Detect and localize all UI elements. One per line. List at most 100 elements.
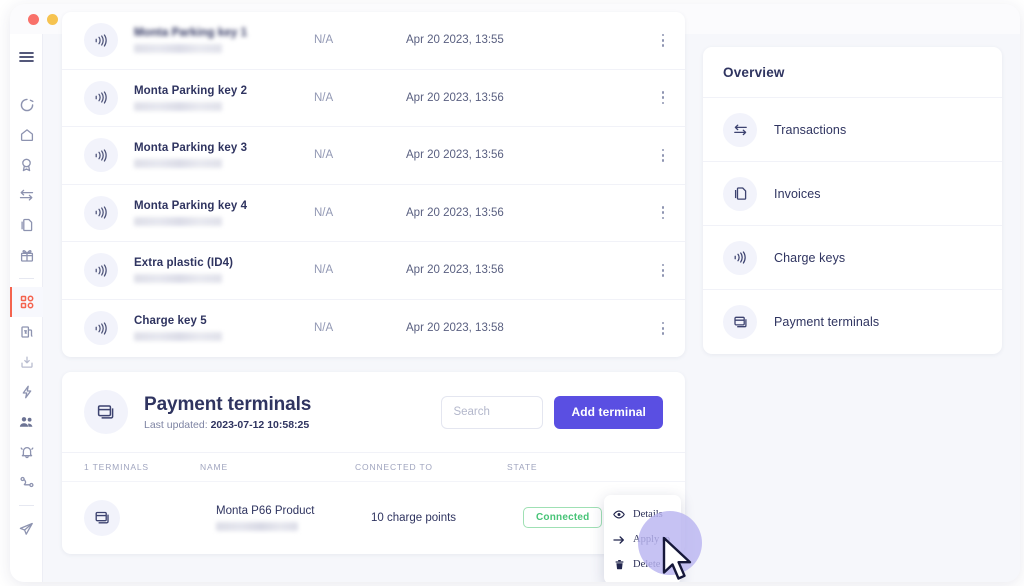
- charge-key-date: Apr 20 2023, 13:56: [406, 206, 504, 219]
- paper-plane-icon: [19, 522, 34, 536]
- row-actions-button[interactable]: [641, 33, 685, 47]
- sidebar-item-inbox[interactable]: [10, 347, 43, 377]
- table-row[interactable]: Extra plastic (ID4) N/A Apr 20 2023, 13:…: [62, 242, 685, 300]
- page-canvas: Monta Parking key 1 N/A Apr 20 2023, 13:…: [10, 12, 1020, 582]
- search-input[interactable]: [441, 395, 544, 429]
- overview-item-transactions[interactable]: Transactions: [703, 98, 1002, 162]
- sidebar-item-gifts[interactable]: [10, 240, 43, 270]
- charge-key-id-redacted: [134, 274, 222, 284]
- table-row[interactable]: Monta Parking key 1 N/A Apr 20 2023, 13:…: [62, 12, 685, 70]
- charge-key-identity: Extra plastic (ID4): [134, 257, 314, 284]
- sidebar-item-awards[interactable]: [10, 150, 43, 180]
- terminal-connected-to: 10 charge points: [371, 511, 457, 524]
- nfc-waves-icon: [84, 253, 118, 288]
- charge-point-icon: [20, 325, 34, 339]
- charge-keys-list: Monta Parking key 1 N/A Apr 20 2023, 13:…: [62, 12, 685, 357]
- charge-key-value: N/A: [314, 322, 334, 335]
- trash-icon: [613, 559, 625, 570]
- row-actions-button[interactable]: [641, 148, 685, 162]
- sidebar-item-alerts[interactable]: [10, 437, 43, 467]
- charge-key-name: Charge key 5: [134, 315, 207, 328]
- charge-key-name: Extra plastic (ID4): [134, 257, 234, 270]
- row-actions-button[interactable]: [641, 263, 685, 277]
- last-updated: Last updated: 2023-07-12 10:58:25: [144, 419, 311, 431]
- download-inbox-icon: [20, 355, 34, 369]
- sidebar-item-home[interactable]: [10, 120, 43, 150]
- column-header-name: NAME: [200, 462, 228, 472]
- charge-key-name: Monta Parking key 2: [134, 84, 248, 97]
- circle-progress-icon: [20, 98, 34, 112]
- users-icon: [19, 416, 34, 428]
- connector-cable-icon: [19, 476, 34, 488]
- charge-key-date: Apr 20 2023, 13:56: [406, 149, 504, 162]
- close-window-button[interactable]: [28, 14, 39, 25]
- charge-key-value: N/A: [314, 34, 334, 47]
- sidebar-item-menu-toggle[interactable]: [10, 42, 43, 72]
- nfc-waves-icon: [723, 240, 757, 275]
- row-actions-button[interactable]: [641, 91, 685, 105]
- sidebar-item-connectors[interactable]: [10, 467, 43, 497]
- overview-header: Overview: [703, 47, 1002, 98]
- charge-key-identity: Monta Parking key 4: [134, 200, 314, 226]
- table-row[interactable]: Monta Parking key 4 N/A Apr 20 2023, 13:…: [62, 185, 685, 242]
- terminal-identity: Monta P66 Product: [216, 505, 371, 531]
- sidebar-item-apps[interactable]: [10, 287, 43, 317]
- sidebar-item-documents[interactable]: [10, 210, 43, 240]
- last-updated-value: 2023-07-12 10:58:25: [210, 418, 310, 431]
- terminal-cards-icon: [723, 305, 757, 339]
- charge-key-date: Apr 20 2023, 13:58: [406, 322, 504, 335]
- sidebar-item-dashboard[interactable]: [10, 90, 43, 120]
- transfer-arrows-icon: [19, 189, 34, 201]
- nfc-waves-icon: [84, 23, 118, 58]
- charge-key-identity: Monta Parking key 3: [134, 142, 314, 169]
- overview-item-invoices[interactable]: Invoices: [703, 162, 1002, 226]
- charge-key-id-redacted: [134, 44, 222, 54]
- badge-icon: [20, 158, 33, 172]
- app-window: Monta Parking key 1 N/A Apr 20 2023, 13:…: [10, 4, 1020, 582]
- nfc-waves-icon: [84, 311, 118, 346]
- table-row[interactable]: Monta Parking key 2 N/A Apr 20 2023, 13:…: [62, 70, 685, 127]
- table-row[interactable]: Monta Parking key 3 N/A Apr 20 2023, 13:…: [62, 127, 685, 185]
- row-actions-button[interactable]: [641, 321, 685, 335]
- documents-icon: [20, 218, 34, 232]
- table-row[interactable]: Monta P66 Product 10 charge points Conne…: [62, 482, 685, 553]
- payment-terminals-titles: Payment terminals Last updated: 2023-07-…: [144, 394, 311, 431]
- left-sidebar: [10, 34, 43, 582]
- add-terminal-button[interactable]: Add terminal: [554, 395, 663, 429]
- terminal-id-redacted: [216, 521, 298, 531]
- charge-key-id-redacted: [134, 332, 222, 342]
- sidebar-item-energy[interactable]: [10, 377, 43, 407]
- row-actions-button[interactable]: [641, 206, 685, 220]
- minimize-window-button[interactable]: [47, 14, 58, 25]
- nfc-waves-icon: [84, 138, 118, 173]
- terminals-table-header: 1 TERMINALS NAME CONNECTED TO STATE: [62, 453, 685, 482]
- home-icon: [20, 128, 34, 142]
- column-header-count: 1 TERMINALS: [84, 462, 149, 472]
- sidebar-item-teams[interactable]: [10, 407, 43, 437]
- sidebar-item-charge-points[interactable]: [10, 317, 43, 347]
- overview-item-label: Invoices: [774, 186, 821, 201]
- eye-icon: [613, 510, 625, 519]
- charge-key-date: Apr 20 2023, 13:56: [406, 264, 504, 277]
- sidebar-divider-2: [18, 505, 34, 506]
- sidebar-item-send[interactable]: [10, 514, 43, 544]
- overview-item-charge-keys[interactable]: Charge keys: [703, 226, 1002, 290]
- hamburger-icon: [19, 51, 34, 63]
- overview-title: Overview: [723, 64, 785, 80]
- status-badge: Connected: [523, 507, 603, 528]
- arrow-right-icon: [613, 535, 625, 545]
- charge-key-value: N/A: [314, 206, 334, 219]
- terminal-cards-icon: [84, 499, 120, 536]
- terminal-name: Monta P66 Product: [216, 504, 315, 517]
- sidebar-item-transfers[interactable]: [10, 180, 43, 210]
- charge-key-date: Apr 20 2023, 13:56: [406, 91, 504, 104]
- payment-terminals-actions: Add terminal: [441, 395, 663, 429]
- app-root: Monta Parking key 1 N/A Apr 20 2023, 13:…: [0, 0, 1024, 586]
- column-header-connected-to: CONNECTED TO: [355, 462, 433, 472]
- terminal-cards-icon: [84, 390, 128, 434]
- transfer-arrows-icon: [723, 112, 757, 147]
- grid-apps-icon: [20, 295, 34, 309]
- payment-terminals-header: Payment terminals Last updated: 2023-07-…: [62, 372, 685, 453]
- table-row[interactable]: Charge key 5 N/A Apr 20 2023, 13:58: [62, 300, 685, 358]
- overview-item-payment-terminals[interactable]: Payment terminals: [703, 290, 1002, 354]
